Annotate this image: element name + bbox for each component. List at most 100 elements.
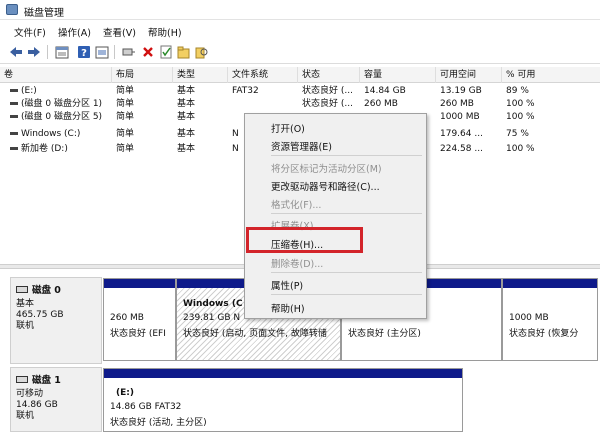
layout-cell: 简单	[116, 99, 135, 109]
menu-action[interactable]: 操作(A)	[58, 25, 91, 39]
col-capacity[interactable]: 容量	[360, 67, 436, 83]
type-cell: 基本	[177, 144, 196, 154]
partition-size: 1000 MB	[509, 313, 549, 323]
volume-name: (E:)	[21, 86, 37, 96]
layout-cell: 简单	[116, 129, 135, 139]
disk-name: 磁盘 1	[32, 375, 61, 386]
layout-cell: 简单	[116, 144, 135, 154]
layout-cell: 简单	[116, 86, 135, 96]
new-folder-icon[interactable]	[176, 44, 192, 60]
partition-usb[interactable]: (E:) 14.86 GB FAT32 状态良好 (活动, 主分区)	[103, 368, 463, 432]
console-icon[interactable]	[94, 44, 110, 60]
connect-icon[interactable]	[121, 44, 137, 60]
toolbar-separator	[114, 45, 115, 59]
volume-name: 新加卷 (D:)	[21, 144, 68, 154]
menu-delete-volume: 删除卷(D)...	[271, 259, 324, 270]
partition-title: Windows (C	[183, 299, 243, 309]
partition-size: 260 MB	[110, 313, 144, 323]
volume-icon	[10, 132, 18, 135]
menu-format: 格式化(F)...	[271, 200, 322, 211]
status-cell: 状态良好 (...	[302, 86, 353, 96]
type-cell: 基本	[177, 99, 196, 109]
disk-name: 磁盘 0	[32, 285, 61, 296]
capacity-cell: 14.84 GB	[364, 86, 406, 96]
partition-header	[104, 279, 175, 288]
partition-status: 状态良好 (恢复分	[509, 329, 579, 339]
fs-cell: N	[232, 144, 239, 154]
menu-help[interactable]: 帮助(H)	[148, 25, 182, 39]
col-percent-free[interactable]: % 可用	[502, 67, 600, 83]
partition-status: 状态良好 (启动, 页面文件, 故障转储	[183, 329, 327, 339]
pct-cell: 100 %	[506, 144, 535, 154]
disk-state: 联机	[16, 411, 35, 421]
col-layout[interactable]: 布局	[112, 67, 173, 83]
window-title: 磁盘管理	[24, 8, 64, 19]
pct-cell: 100 %	[506, 99, 535, 109]
volume-list-header: 卷 布局 类型 文件系统 状态 容量 可用空间 % 可用	[0, 67, 600, 83]
free-cell: 179.64 ...	[440, 129, 483, 139]
volume-name: (磁盘 0 磁盘分区 1)	[21, 99, 103, 109]
delete-icon[interactable]	[140, 44, 156, 60]
free-cell: 13.19 GB	[440, 86, 482, 96]
toolbar-separator	[47, 45, 48, 59]
check-icon[interactable]	[158, 44, 174, 60]
status-cell: 状态良好 (...	[302, 99, 353, 109]
partition-header	[104, 369, 462, 378]
disk-size: 14.86 GB	[16, 400, 58, 410]
free-cell: 224.58 ...	[440, 144, 483, 154]
disk-state: 联机	[16, 321, 35, 331]
menu-change-drive-letter[interactable]: 更改驱动器号和路径(C)...	[271, 179, 380, 193]
col-volume[interactable]: 卷	[0, 67, 112, 83]
menu-explorer[interactable]: 资源管理器(E)	[271, 139, 332, 153]
partition-size: 239.81 GB N	[183, 313, 241, 323]
pct-cell: 100 %	[506, 112, 535, 122]
context-menu: 打开(O) 资源管理器(E) 将分区标记为活动分区(M) 更改驱动器号和路径(C…	[244, 113, 427, 319]
volume-name: Windows (C:)	[21, 129, 81, 139]
menu-properties[interactable]: 属性(P)	[271, 278, 303, 292]
type-cell: 基本	[177, 86, 196, 96]
disk-size: 465.75 GB	[16, 310, 64, 320]
partition-efi[interactable]: 260 MB 状态良好 (EFI	[103, 278, 176, 361]
back-arrow-icon[interactable]	[8, 44, 24, 60]
properties-icon[interactable]	[54, 44, 70, 60]
free-cell: 260 MB	[440, 99, 474, 109]
forward-arrow-icon[interactable]	[26, 44, 42, 60]
volume-row[interactable]: (E:) 简单 基本 FAT32 状态良好 (... 14.84 GB 13.1…	[0, 85, 600, 97]
menu-file[interactable]: 文件(F)	[14, 25, 46, 39]
toolbar: ?	[0, 40, 600, 64]
col-status[interactable]: 状态	[298, 67, 360, 83]
volume-icon	[10, 102, 18, 105]
search-icon[interactable]	[194, 44, 210, 60]
pct-cell: 89 %	[506, 86, 529, 96]
volume-icon	[10, 115, 18, 118]
menu-view[interactable]: 查看(V)	[103, 25, 136, 39]
menu-separator	[271, 272, 422, 273]
disk-1-info[interactable]: 磁盘 1 可移动 14.86 GB 联机	[10, 367, 102, 432]
partition-title: (E:)	[116, 388, 134, 398]
menu-bar: 文件(F) 操作(A) 查看(V) 帮助(H)	[0, 20, 600, 40]
layout-cell: 简单	[116, 112, 135, 122]
partition-size: 14.86 GB FAT32	[110, 402, 182, 412]
disk-0-info[interactable]: 磁盘 0 基本 465.75 GB 联机	[10, 277, 102, 364]
disk-icon	[16, 375, 28, 383]
menu-open[interactable]: 打开(O)	[271, 121, 305, 135]
highlight-box	[246, 227, 363, 253]
col-filesystem[interactable]: 文件系统	[228, 67, 298, 83]
title-bar: 磁盘管理	[0, 0, 600, 20]
help-icon[interactable]: ?	[76, 44, 92, 60]
disk-icon	[16, 285, 28, 293]
partition-recovery[interactable]: 1000 MB 状态良好 (恢复分	[502, 278, 598, 361]
menu-help[interactable]: 帮助(H)	[271, 301, 305, 315]
partition-status: 状态良好 (主分区)	[348, 329, 421, 339]
disk-kind: 基本	[16, 299, 35, 309]
partition-status: 状态良好 (EFI	[110, 329, 166, 339]
col-type[interactable]: 类型	[173, 67, 228, 83]
volume-row[interactable]: (磁盘 0 磁盘分区 1) 简单 基本 状态良好 (... 260 MB 260…	[0, 98, 600, 110]
volume-icon	[10, 147, 18, 150]
type-cell: 基本	[177, 112, 196, 122]
disk-management-icon	[6, 4, 18, 15]
menu-separator	[271, 213, 422, 214]
menu-mark-active: 将分区标记为活动分区(M)	[271, 164, 382, 175]
col-free-space[interactable]: 可用空间	[436, 67, 502, 83]
svg-text:?: ?	[81, 48, 87, 59]
